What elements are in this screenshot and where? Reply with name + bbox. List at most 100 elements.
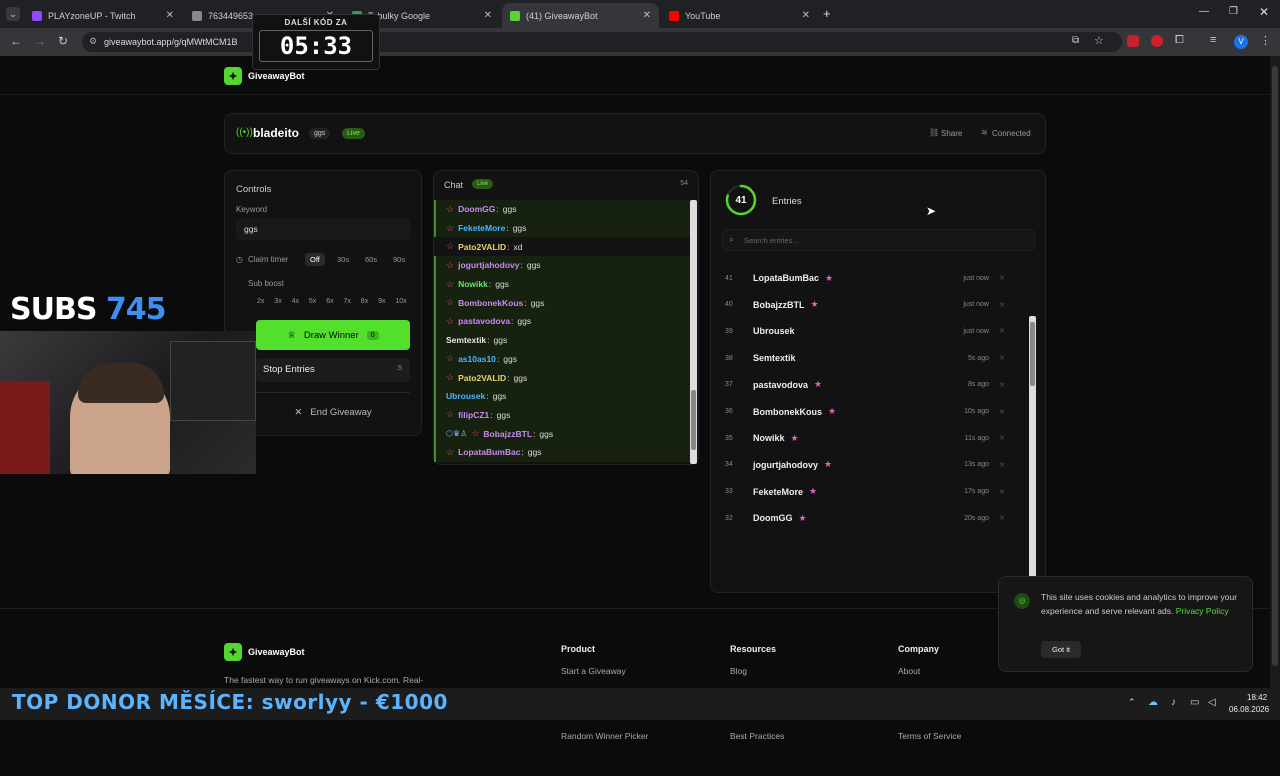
microphone-icon[interactable]: ♪ [1171, 697, 1176, 708]
remove-entry-icon[interactable]: ✕ [999, 274, 1005, 282]
share-button[interactable]: Share [941, 129, 962, 138]
chat-scrollbar[interactable] [690, 200, 697, 464]
browser-menu-icon[interactable]: ⋮ [1260, 34, 1271, 47]
privacy-policy-link[interactable]: Privacy Policy [1176, 606, 1229, 616]
browser-tab[interactable]: PLAYzoneUP - Twitch ✕ [24, 3, 182, 28]
install-icon[interactable]: ⧉ [1072, 35, 1079, 46]
chat-username[interactable]: BombonekKous [458, 298, 523, 308]
chat-message-list[interactable]: ☆ DoomGG: ggs ☆ FeketeMore: ggs ☆ Pato2VALID: xd… [434, 200, 690, 464]
chat-username[interactable]: DoomGG [458, 204, 495, 214]
onedrive-icon[interactable]: ☁ [1148, 697, 1158, 708]
extensions-puzzle-icon[interactable]: ⧠ [1175, 34, 1184, 47]
chat-username[interactable]: Semtextik [446, 335, 486, 345]
chat-username[interactable]: LopataBumBac [458, 447, 520, 457]
claim-timer-option[interactable]: 60s [360, 253, 382, 266]
chat-username[interactable]: BobajzzBTL [483, 429, 532, 439]
remove-entry-icon[interactable]: ✕ [999, 488, 1005, 496]
chat-username[interactable]: FeketeMore [458, 223, 505, 233]
page-scrollbar-thumb[interactable] [1272, 66, 1278, 666]
sub-boost-option[interactable]: 2x [257, 298, 264, 305]
cookie-accept-button[interactable]: Got it [1041, 641, 1081, 658]
close-tab-icon[interactable]: ✕ [166, 10, 174, 21]
entry-row[interactable]: 41 LopataBumBac ★ just now ✕ [725, 265, 1015, 291]
tab-search-button[interactable]: ⌄ [6, 7, 20, 21]
close-tab-icon[interactable]: ✕ [484, 10, 492, 21]
end-giveaway-button[interactable]: ✕ End Giveaway [256, 400, 410, 424]
footer-brand[interactable]: ✦ GiveawayBot [224, 643, 305, 661]
tray-chevron-icon[interactable]: ⌃ [1128, 697, 1136, 708]
url-field[interactable]: ⚙ giveawaybot.app/g/qMWtMCM1B [82, 32, 1122, 52]
entry-row[interactable]: 32 DoomGG ★ 20s ago ✕ [725, 505, 1015, 531]
claim-timer-option[interactable]: 30s [332, 253, 354, 266]
remove-entry-icon[interactable]: ✕ [999, 514, 1005, 522]
chat-username[interactable]: Pato2VALID [458, 373, 506, 383]
bookmark-star-icon[interactable]: ☆ [1094, 34, 1104, 47]
stop-entries-button[interactable]: Stop Entries S [256, 358, 410, 382]
close-tab-icon[interactable]: ✕ [643, 10, 651, 21]
clock-date[interactable]: 06.08.2026 [1229, 705, 1269, 714]
remove-entry-icon[interactable]: ✕ [999, 461, 1005, 469]
footer-link[interactable]: Start a Giveaway [561, 666, 626, 676]
sub-boost-option[interactable]: 8x [361, 298, 368, 305]
entry-row[interactable]: 39 Ubrousek just now ✕ [725, 318, 1015, 344]
remove-entry-icon[interactable]: ✕ [999, 301, 1005, 309]
entries-scrollbar-thumb[interactable] [1030, 322, 1035, 386]
volume-icon[interactable]: ◁ [1208, 697, 1216, 708]
entry-row[interactable]: 37 pastavodova ★ 8s ago ✕ [725, 372, 1015, 398]
chat-username[interactable]: pastavodova [458, 316, 510, 326]
maximize-button[interactable]: ❐ [1229, 6, 1238, 17]
browser-tab[interactable]: (41) GiveawayBot ✕ [502, 3, 659, 28]
footer-link[interactable]: Random Winner Picker [561, 731, 648, 741]
media-control-icon[interactable]: ≡ [1210, 34, 1216, 46]
entry-row[interactable]: 35 Nowikk ★ 11s ago ✕ [725, 425, 1015, 451]
sub-boost-option[interactable]: 10x [395, 298, 406, 305]
extension-red-icon[interactable] [1151, 35, 1163, 47]
reload-icon[interactable]: ↻ [58, 34, 68, 48]
close-tab-icon[interactable]: ✕ [802, 10, 810, 21]
share-icon[interactable]: ⛓ [929, 128, 939, 137]
entry-row[interactable]: 40 BobajzzBTL ★ just now ✕ [725, 292, 1015, 318]
entries-scrollbar[interactable] [1029, 316, 1036, 583]
remove-entry-icon[interactable]: ✕ [999, 434, 1005, 442]
chat-username[interactable]: Nowikk [458, 279, 488, 289]
clock-time[interactable]: 18:42 [1247, 693, 1267, 702]
chat-username[interactable]: Ubrousek [446, 391, 485, 401]
forward-icon[interactable]: → [34, 34, 46, 48]
profile-avatar[interactable]: V [1234, 35, 1248, 49]
chat-username[interactable]: Pato2VALID [458, 242, 506, 252]
remove-entry-icon[interactable]: ✕ [999, 381, 1005, 389]
minimize-button[interactable]: — [1199, 6, 1209, 17]
draw-winner-button[interactable]: ♕ Draw Winner 0 [256, 320, 410, 350]
sub-boost-option[interactable]: 4x [292, 298, 299, 305]
extension-abp-icon[interactable] [1127, 35, 1139, 47]
chat-username[interactable]: jogurtjahodovy [458, 260, 519, 270]
entry-row[interactable]: 36 BombonekKous ★ 10s ago ✕ [725, 399, 1015, 425]
chat-scrollbar-thumb[interactable] [691, 390, 696, 450]
claim-timer-option[interactable]: 90s [388, 253, 410, 266]
entry-row[interactable]: 34 jogurtjahodovy ★ 13s ago ✕ [725, 452, 1015, 478]
remove-entry-icon[interactable]: ✕ [999, 354, 1005, 362]
sub-boost-option[interactable]: 5x [309, 298, 316, 305]
chat-username[interactable]: as10as10 [458, 354, 496, 364]
entries-list[interactable]: 41 LopataBumBac ★ just now ✕ 40 BobajzzBTL ★ jus… [711, 259, 1031, 589]
footer-link[interactable]: About [898, 666, 920, 676]
sub-boost-option[interactable]: 3x [274, 298, 281, 305]
keyword-input[interactable]: ggs [236, 218, 410, 240]
entry-row[interactable]: 38 Semtextik 5s ago ✕ [725, 345, 1015, 371]
sub-boost-option[interactable]: 6x [326, 298, 333, 305]
remove-entry-icon[interactable]: ✕ [999, 327, 1005, 335]
remove-entry-icon[interactable]: ✕ [999, 408, 1005, 416]
entries-search-input[interactable]: ⌕ Search entries... [722, 229, 1035, 251]
browser-tab[interactable]: YouTube ✕ [661, 3, 818, 28]
footer-link[interactable]: Best Practices [730, 731, 784, 741]
page-scrollbar[interactable] [1270, 56, 1280, 720]
entry-row[interactable]: 33 FeketeMore ★ 17s ago ✕ [725, 479, 1015, 505]
claim-timer-option[interactable]: Off [305, 253, 325, 266]
network-icon[interactable]: ▭ [1190, 697, 1199, 708]
footer-link[interactable]: Blog [730, 666, 747, 676]
footer-link[interactable]: Terms of Service [898, 731, 961, 741]
chat-username[interactable]: filipCZ1 [458, 410, 489, 420]
back-icon[interactable]: ← [10, 34, 22, 48]
site-info-icon[interactable]: ⚙ [89, 36, 97, 47]
close-window-button[interactable]: ✕ [1259, 5, 1269, 19]
